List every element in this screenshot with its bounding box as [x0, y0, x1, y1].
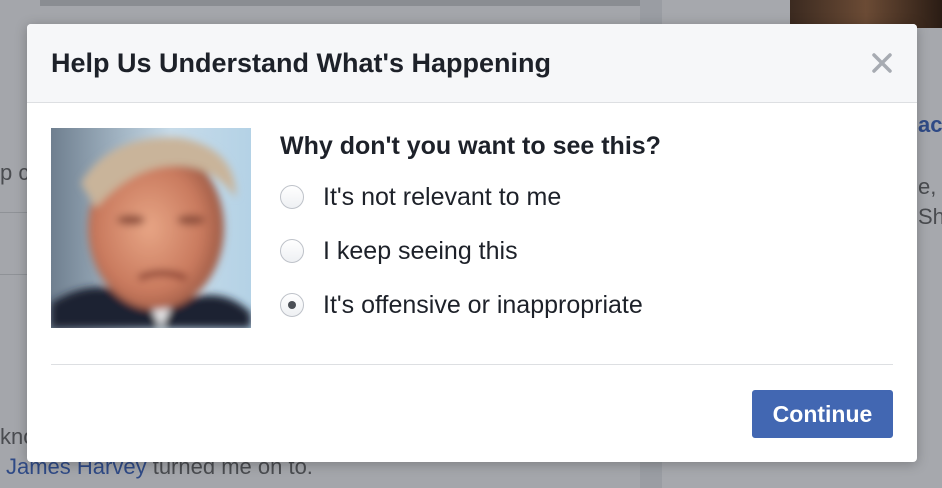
option-keep-seeing[interactable]: I keep seeing this [280, 224, 661, 278]
feedback-dialog: Help Us Understand What's Happening Why … [27, 24, 917, 462]
background-text: Sh [918, 204, 942, 229]
background-text: p c [0, 160, 30, 185]
option-not-relevant[interactable]: It's not relevant to me [280, 170, 661, 224]
background-top-bar [40, 0, 640, 6]
option-label: It's offensive or inappropriate [323, 290, 643, 319]
option-label: I keep seeing this [323, 236, 518, 265]
continue-button[interactable]: Continue [752, 390, 893, 438]
footer-divider [51, 364, 893, 365]
dialog-header: Help Us Understand What's Happening [27, 24, 917, 103]
dialog-title: Help Us Understand What's Happening [51, 48, 551, 78]
background-text: e, w [918, 174, 942, 199]
feedback-form: Why don't you want to see this? It's not… [280, 128, 661, 332]
option-offensive[interactable]: It's offensive or inappropriate [280, 278, 661, 332]
radio-offensive[interactable] [280, 293, 304, 317]
close-icon[interactable] [869, 50, 895, 76]
radio-keep-seeing[interactable] [280, 239, 304, 263]
post-thumbnail [51, 128, 251, 328]
form-question: Why don't you want to see this? [280, 132, 661, 160]
background-text: acl [918, 112, 942, 137]
portrait-image [51, 128, 251, 328]
radio-not-relevant[interactable] [280, 185, 304, 209]
option-label: It's not relevant to me [323, 182, 562, 211]
close-icon-glyph [872, 53, 892, 73]
